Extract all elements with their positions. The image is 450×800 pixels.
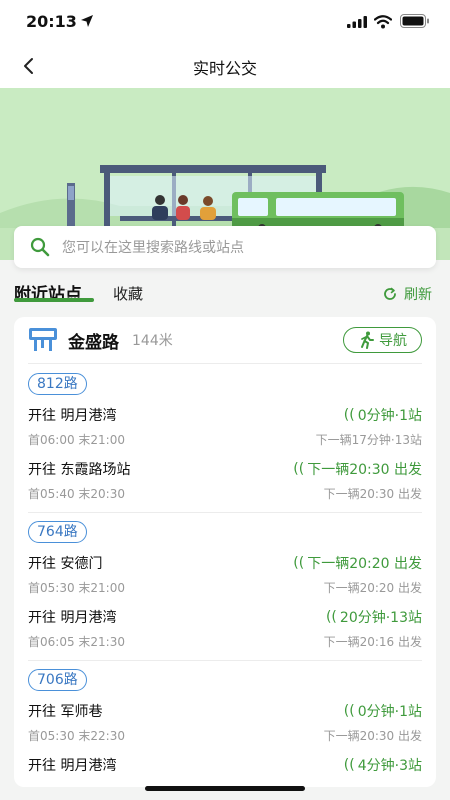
service-hours: 首05:40 末20:30 bbox=[28, 487, 125, 501]
status-time: 20:13 bbox=[26, 12, 77, 31]
direction-row[interactable]: 开往 东霞路场站 ((下一辆20:30 出发 首05:40 末20:30 下一辆… bbox=[14, 459, 436, 511]
direction-row[interactable]: 开往 明月港湾 ((4分钟·3站 bbox=[14, 755, 436, 787]
signal-wave-icon: (( bbox=[293, 555, 305, 571]
signal-icon bbox=[347, 16, 367, 28]
walking-icon bbox=[361, 331, 374, 349]
arrival-status-text: 4分钟·3站 bbox=[357, 758, 422, 774]
direction-label: 开往 明月港湾 bbox=[28, 610, 117, 626]
divider bbox=[28, 512, 422, 513]
arrival-status: ((0分钟·1站 bbox=[344, 701, 422, 721]
arrival-status-text: 下一辆20:30 出发 bbox=[307, 462, 422, 478]
route-badge-706[interactable]: 706路 bbox=[28, 669, 87, 691]
navigate-button[interactable]: 导航 bbox=[343, 327, 422, 353]
search-icon bbox=[30, 237, 50, 257]
refresh-icon bbox=[384, 287, 396, 300]
next-bus-info: 下一辆20:30 出发 bbox=[323, 487, 422, 501]
divider bbox=[28, 660, 422, 661]
arrival-status: ((0分钟·1站 bbox=[344, 405, 422, 425]
navigate-label: 导航 bbox=[379, 333, 407, 349]
next-bus-info: 下一辆20:20 出发 bbox=[323, 581, 422, 595]
location-arrow-icon bbox=[81, 15, 93, 27]
direction-label: 开往 明月港湾 bbox=[28, 758, 117, 774]
divider bbox=[28, 363, 422, 364]
direction-row[interactable]: 开往 安德门 ((下一辆20:20 出发 首05:30 末21:00 下一辆20… bbox=[14, 553, 436, 605]
next-bus-info: 下一辆17分钟·13站 bbox=[315, 433, 422, 447]
active-tab-indicator bbox=[14, 298, 94, 302]
route-badge-764[interactable]: 764路 bbox=[28, 521, 87, 543]
arrival-status: ((20分钟·13站 bbox=[326, 607, 422, 627]
search-placeholder: 您可以在这里搜索路线或站点 bbox=[62, 240, 244, 256]
direction-row[interactable]: 开往 明月港湾 ((0分钟·1站 首06:00 末21:00 下一辆17分钟·1… bbox=[14, 405, 436, 457]
arrival-status: ((下一辆20:20 出发 bbox=[293, 553, 422, 573]
service-hours: 首05:30 末22:30 bbox=[28, 729, 125, 743]
next-bus-info: 下一辆20:30 出发 bbox=[323, 729, 422, 743]
signal-wave-icon: (( bbox=[343, 757, 355, 773]
search-input[interactable]: 您可以在这里搜索路线或站点 bbox=[14, 226, 436, 268]
service-hours: 首06:00 末21:00 bbox=[28, 433, 125, 447]
next-bus-info: 下一辆20:16 出发 bbox=[323, 635, 422, 649]
arrival-status-text: 20分钟·13站 bbox=[339, 610, 422, 626]
signal-wave-icon: (( bbox=[293, 461, 305, 477]
direction-label: 开往 军师巷 bbox=[28, 704, 103, 720]
tab-favorites[interactable]: 收藏 bbox=[113, 283, 143, 304]
arrival-status: ((4分钟·3站 bbox=[344, 755, 422, 775]
arrival-status-text: 0分钟·1站 bbox=[357, 704, 422, 720]
stop-name: 金盛路 bbox=[68, 333, 119, 353]
stop-distance: 144米 bbox=[132, 333, 173, 349]
direction-label: 开往 东霞路场站 bbox=[28, 462, 131, 478]
stop-card: 金盛路 144米 导航 812路 开往 明月港湾 ((0分钟·1站 首06:00… bbox=[14, 317, 436, 787]
direction-label: 开往 安德门 bbox=[28, 556, 103, 572]
direction-row[interactable]: 开往 军师巷 ((0分钟·1站 首05:30 末22:30 下一辆20:30 出… bbox=[14, 701, 436, 753]
arrival-status: ((下一辆20:30 出发 bbox=[293, 459, 422, 479]
battery-icon bbox=[400, 14, 429, 28]
stop-header: 金盛路 144米 导航 bbox=[14, 317, 436, 363]
wifi-icon bbox=[374, 15, 392, 29]
arrival-status-text: 0分钟·1站 bbox=[357, 408, 422, 424]
status-bar: 20:13 bbox=[0, 0, 450, 44]
direction-row[interactable]: 开往 明月港湾 ((20分钟·13站 首06:05 末21:30 下一辆20:1… bbox=[14, 607, 436, 659]
nav-bar: 实时公交 bbox=[0, 44, 450, 88]
signal-wave-icon: (( bbox=[343, 407, 355, 423]
home-indicator bbox=[145, 786, 305, 791]
refresh-label: 刷新 bbox=[404, 287, 432, 303]
direction-label: 开往 明月港湾 bbox=[28, 408, 117, 424]
route-badge-812[interactable]: 812路 bbox=[28, 373, 87, 395]
service-hours: 首06:05 末21:30 bbox=[28, 635, 125, 649]
bus-stop-sign-icon bbox=[29, 328, 57, 351]
signal-wave-icon: (( bbox=[343, 703, 355, 719]
tab-bar: 附近站点 收藏 刷新 bbox=[0, 276, 450, 310]
arrival-status-text: 下一辆20:20 出发 bbox=[307, 556, 422, 572]
signal-wave-icon: (( bbox=[325, 609, 337, 625]
refresh-button[interactable]: 刷新 bbox=[382, 284, 432, 304]
page-title: 实时公交 bbox=[192, 59, 257, 78]
service-hours: 首05:30 末21:00 bbox=[28, 581, 125, 595]
